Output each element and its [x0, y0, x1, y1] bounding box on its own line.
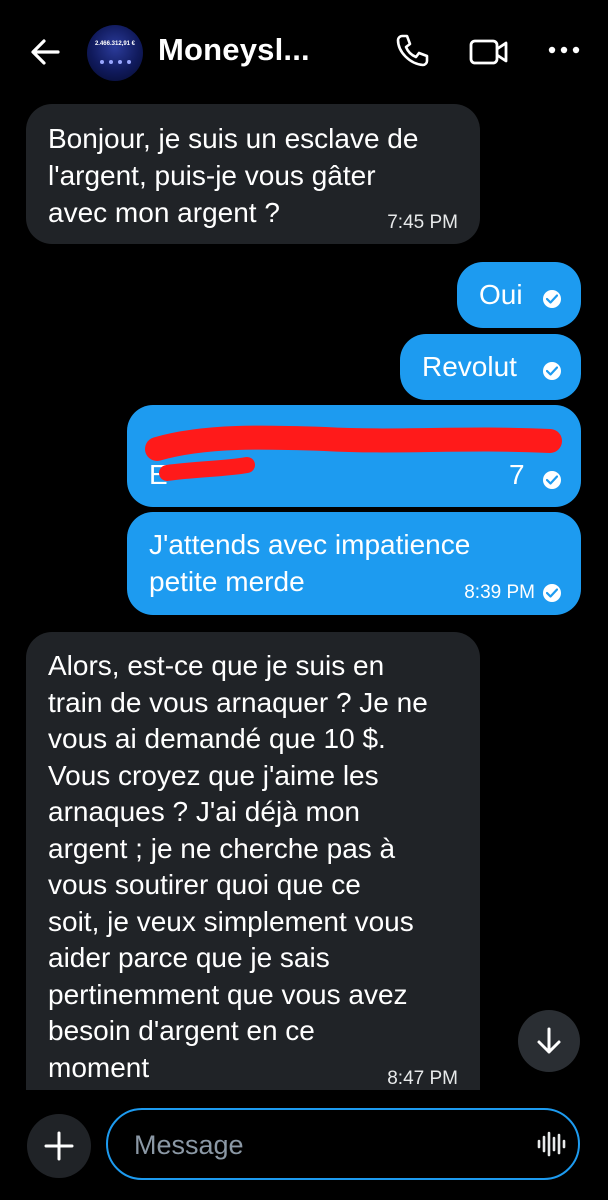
- message-time: 8:39 PM: [464, 582, 535, 603]
- plus-icon: [44, 1131, 74, 1161]
- avatar-dots-icon: [100, 60, 131, 64]
- read-check-icon: [543, 471, 561, 489]
- more-icon[interactable]: [546, 32, 582, 68]
- message-composer: [0, 1090, 608, 1200]
- message-bubble-incoming[interactable]: Alors, est-ce que je suis en train de vo…: [26, 632, 480, 1090]
- read-check-icon: [543, 290, 561, 308]
- scroll-down-arrow-icon: [537, 1027, 561, 1054]
- phone-icon[interactable]: [394, 32, 430, 68]
- message-time: 7:45 PM: [387, 212, 458, 233]
- message-text: Alors, est-ce que je suis en train de vo…: [48, 650, 428, 1083]
- conversation-header: 2.466.312,91 € Moneysl...: [0, 0, 608, 100]
- back-arrow-icon[interactable]: [28, 34, 64, 70]
- message-input[interactable]: [132, 1126, 516, 1164]
- message-bubble-outgoing[interactable]: Oui: [457, 262, 581, 328]
- message-bubble-outgoing[interactable]: J'attends avec impatience petite merde 8…: [127, 512, 581, 615]
- message-bubble-outgoing-redacted[interactable]: E7: [127, 405, 581, 507]
- red-scribble-redaction: [145, 425, 562, 481]
- add-attachment-button[interactable]: [27, 1114, 91, 1178]
- avatar-amount: 2.466.312,91 €: [94, 41, 136, 47]
- avatar[interactable]: 2.466.312,91 €: [87, 25, 143, 81]
- video-camera-icon[interactable]: [468, 34, 510, 70]
- message-bubble-outgoing[interactable]: Revolut: [400, 334, 581, 400]
- voice-waveform-icon[interactable]: [536, 1129, 566, 1159]
- read-check-icon: [543, 583, 561, 602]
- message-input-container[interactable]: [106, 1108, 580, 1180]
- read-check-icon: [543, 362, 561, 380]
- scroll-to-bottom-button[interactable]: [518, 1010, 580, 1072]
- message-bubble-incoming[interactable]: Bonjour, je suis un esclave de l'argent,…: [26, 104, 480, 244]
- contact-name[interactable]: Moneysl...: [158, 32, 310, 68]
